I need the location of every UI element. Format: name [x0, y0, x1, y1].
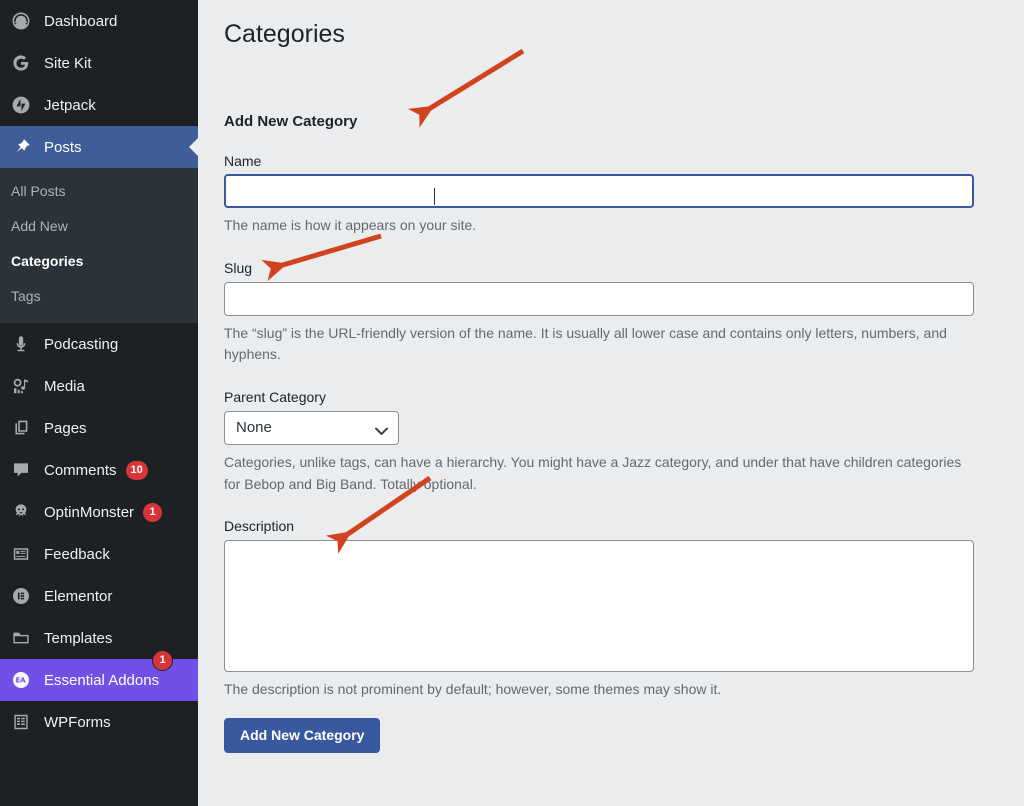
- parent-category-select[interactable]: None: [224, 410, 399, 445]
- google-site-kit-icon: [11, 53, 37, 73]
- sidebar-item-posts[interactable]: Posts: [0, 126, 198, 168]
- sidebar-item-tags[interactable]: Tags: [0, 279, 198, 314]
- wordpress-admin-screen: Dashboard Site Kit Jetpack Posts All Pos…: [0, 0, 1024, 806]
- essential-addons-count-badge: 1: [152, 650, 173, 671]
- name-input[interactable]: [224, 174, 974, 209]
- sidebar-item-pages[interactable]: Pages: [0, 407, 198, 449]
- posts-submenu: All Posts Add New Categories Tags: [0, 168, 198, 323]
- name-help-text: The name is how it appears on your site.: [224, 217, 477, 234]
- main-content: Categories Add New Category Name The nam…: [198, 0, 1024, 806]
- sidebar-item-label: Jetpack: [44, 96, 96, 114]
- sidebar-item-label: Site Kit: [44, 54, 92, 72]
- description-help-text: The description is not prominent by defa…: [224, 681, 722, 698]
- sidebar-item-essential-addons[interactable]: Essential Addons 1: [0, 650, 198, 701]
- media-icon: [11, 376, 37, 396]
- sidebar-item-label: Pages: [44, 419, 87, 437]
- microphone-icon: [11, 334, 37, 354]
- sidebar-item-dashboard[interactable]: Dashboard: [0, 0, 198, 42]
- sidebar-item-label: Comments: [44, 461, 117, 479]
- feedback-icon: [11, 544, 37, 564]
- sidebar-item-label: Templates: [44, 629, 113, 647]
- elementor-icon: [11, 586, 37, 606]
- dashboard-icon: [11, 11, 37, 31]
- slug-input[interactable]: [224, 281, 974, 316]
- sidebar-item-comments[interactable]: Comments 10: [0, 449, 198, 491]
- sidebar-item-categories[interactable]: Categories: [0, 244, 198, 279]
- name-label: Name: [224, 152, 262, 169]
- slug-help-text: The “slug” is the URL-friendly version o…: [224, 324, 947, 363]
- sidebar-item-label: Essential Addons: [44, 671, 160, 689]
- wpforms-icon: [11, 712, 37, 732]
- parent-category-label: Parent Category: [224, 389, 326, 406]
- sidebar-item-optinmonster[interactable]: OptinMonster 1: [0, 491, 198, 533]
- add-new-category-button[interactable]: Add New Category: [224, 717, 381, 753]
- description-label: Description: [224, 518, 295, 535]
- pin-icon: [11, 137, 37, 157]
- sidebar-item-add-new[interactable]: Add New: [0, 209, 198, 244]
- folder-icon: [11, 628, 37, 648]
- sidebar-item-feedback[interactable]: Feedback: [0, 533, 198, 575]
- sidebar-item-wpforms[interactable]: WPForms: [0, 701, 198, 743]
- sidebar-item-jetpack[interactable]: Jetpack: [0, 84, 198, 126]
- parent-category-selected-value: None: [224, 410, 399, 445]
- section-heading: Add New Category: [224, 112, 358, 130]
- sidebar-item-elementor[interactable]: Elementor: [0, 575, 198, 617]
- sidebar-item-media[interactable]: Media: [0, 365, 198, 407]
- jetpack-icon: [11, 95, 37, 115]
- page-title: Categories: [224, 20, 345, 48]
- sidebar-item-label: Media: [44, 377, 85, 395]
- comments-count-badge: 10: [125, 460, 148, 480]
- sidebar-item-label: Posts: [44, 138, 82, 156]
- sidebar-item-site-kit[interactable]: Site Kit: [0, 42, 198, 84]
- optinmonster-count-badge: 1: [143, 502, 163, 522]
- parent-category-help-text: Categories, unlike tags, can have a hier…: [224, 453, 962, 492]
- sidebar-item-label: Podcasting: [44, 335, 119, 353]
- sidebar-item-label: Dashboard: [44, 12, 118, 30]
- sidebar-item-label: Feedback: [44, 545, 110, 563]
- text-cursor: [434, 188, 435, 205]
- sidebar-item-label: WPForms: [44, 713, 111, 731]
- admin-sidebar: Dashboard Site Kit Jetpack Posts All Pos…: [0, 0, 198, 806]
- sidebar-item-label: Elementor: [44, 587, 113, 605]
- description-textarea[interactable]: [224, 540, 974, 673]
- sidebar-item-all-posts[interactable]: All Posts: [0, 174, 198, 209]
- optinmonster-icon: [11, 502, 37, 522]
- slug-label: Slug: [224, 259, 253, 276]
- sidebar-item-label: OptinMonster: [44, 503, 135, 521]
- essential-addons-icon: [11, 670, 37, 690]
- pages-icon: [11, 418, 37, 438]
- comment-bubble-icon: [11, 460, 37, 480]
- sidebar-item-podcasting[interactable]: Podcasting: [0, 323, 198, 365]
